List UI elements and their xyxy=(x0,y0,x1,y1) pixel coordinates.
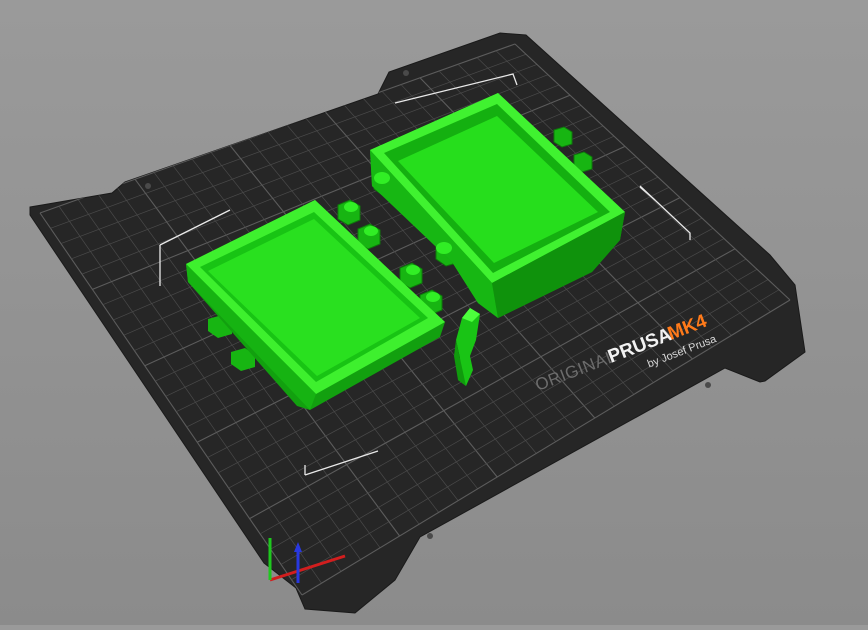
mount-hole xyxy=(145,183,151,189)
plater-3d-viewport[interactable]: ORIGINAL PRUSA MK4 by Josef Prusa xyxy=(0,0,868,625)
mount-hole xyxy=(705,382,711,388)
mount-hole xyxy=(427,533,433,539)
mount-hole xyxy=(403,70,409,76)
scene-canvas[interactable]: ORIGINAL PRUSA MK4 by Josef Prusa xyxy=(0,0,868,625)
